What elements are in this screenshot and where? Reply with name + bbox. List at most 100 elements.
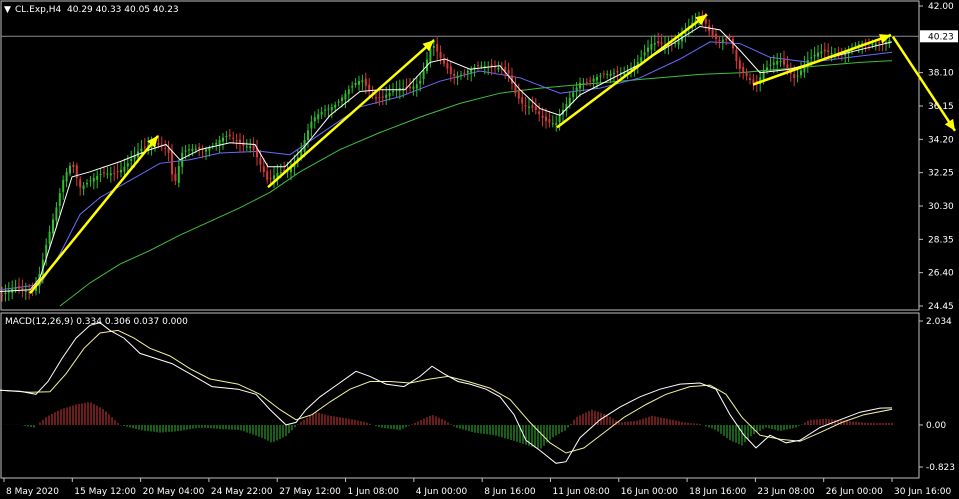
candle-body bbox=[453, 74, 456, 76]
candle-body bbox=[466, 70, 469, 73]
candle-body bbox=[728, 36, 731, 38]
candle-body bbox=[436, 44, 439, 52]
time-tick-label: 11 Jun 08:00 bbox=[553, 487, 610, 497]
candle-body bbox=[432, 46, 435, 48]
macd-indicator-label: MACD(12,26,9) 0.334 0.306 0.037 0.000 bbox=[5, 317, 188, 327]
candle-body bbox=[657, 41, 660, 44]
candle-body bbox=[330, 107, 333, 111]
candle-body bbox=[650, 43, 653, 50]
candle-body bbox=[52, 219, 54, 234]
candle-body bbox=[752, 79, 755, 83]
candle-body bbox=[249, 146, 252, 149]
candle-body bbox=[228, 134, 231, 137]
candle-body bbox=[232, 137, 235, 139]
macd-tick-label: 2.034 bbox=[926, 317, 952, 327]
candle-body bbox=[378, 97, 381, 99]
candle-body bbox=[776, 61, 779, 65]
price-tick-label: 28.35 bbox=[928, 235, 954, 245]
candle-body bbox=[120, 169, 122, 173]
candle-body bbox=[704, 18, 707, 24]
candle-body bbox=[810, 57, 813, 59]
candle-body bbox=[334, 104, 337, 108]
macd-axis[interactable]: 2.034 0.00 -0.823 bbox=[919, 317, 955, 473]
time-tick-label: 8 May 2020 bbox=[6, 487, 59, 497]
candle-body bbox=[259, 158, 262, 165]
candle-body bbox=[616, 70, 619, 73]
candle-body bbox=[783, 59, 785, 65]
candle-body bbox=[579, 82, 581, 89]
candle-body bbox=[279, 172, 282, 174]
candle-body bbox=[551, 123, 554, 125]
time-tick-label: 26 Jun 00:00 bbox=[826, 487, 883, 497]
last-price-tag: 40.23 bbox=[920, 30, 958, 43]
candle-body bbox=[171, 150, 173, 175]
candle-body bbox=[368, 84, 371, 92]
macd-tick-label: -0.823 bbox=[926, 463, 955, 473]
candle-body bbox=[89, 180, 92, 182]
candle-body bbox=[497, 67, 500, 70]
candle-body bbox=[235, 140, 238, 142]
symbol-label: CL.Exp,H4 bbox=[15, 5, 62, 15]
candle-body bbox=[769, 64, 772, 66]
candle-body bbox=[126, 163, 129, 167]
time-tick-label: 30 Jun 16:00 bbox=[894, 487, 951, 497]
candle-body bbox=[140, 148, 143, 152]
candle-body bbox=[99, 174, 102, 176]
candle-body bbox=[823, 49, 826, 52]
candle-body bbox=[266, 171, 269, 180]
candle-body bbox=[174, 173, 177, 181]
candle-body bbox=[677, 40, 680, 45]
candle-body bbox=[517, 91, 520, 99]
candle-body bbox=[521, 97, 524, 104]
candle-body bbox=[446, 63, 449, 69]
candle-body bbox=[307, 130, 309, 140]
candle-body bbox=[58, 193, 61, 206]
candle-body bbox=[514, 84, 517, 94]
macd-pane-frame bbox=[0, 312, 920, 479]
candle-body bbox=[429, 48, 432, 62]
candle-body bbox=[358, 81, 360, 85]
candle-body bbox=[347, 89, 350, 95]
candle-body bbox=[609, 73, 612, 76]
candle-body bbox=[582, 83, 585, 85]
candle-body bbox=[392, 91, 394, 93]
ohlc-label: 40.29 40.33 40.05 40.23 bbox=[67, 5, 179, 15]
candle-body bbox=[92, 178, 95, 182]
candle-body bbox=[116, 170, 119, 172]
trend-arrow-head bbox=[944, 118, 955, 131]
candle-body bbox=[524, 105, 527, 107]
macd-pane[interactable]: MACD(12,26,9) 0.334 0.306 0.037 0.000 bbox=[0, 312, 920, 479]
candle-body bbox=[592, 78, 595, 82]
candle-body bbox=[575, 87, 578, 91]
candle-body bbox=[439, 51, 442, 58]
candle-body bbox=[460, 74, 462, 76]
candle-body bbox=[327, 108, 330, 110]
chart-canvas[interactable]: ▼ CL.Exp,H4 40.29 40.33 40.05 40.23 42.0… bbox=[0, 0, 959, 499]
price-axis[interactable]: 42.00 38.10 36.15 34.20 32.25 30.30 28.35 26.40… bbox=[919, 2, 954, 312]
price-pane[interactable]: ▼ CL.Exp,H4 40.29 40.33 40.05 40.23 bbox=[0, 0, 957, 311]
collapse-triangle-icon[interactable]: ▼ bbox=[4, 5, 11, 15]
candle-body bbox=[800, 70, 802, 76]
candle-body bbox=[738, 60, 741, 69]
candle-body bbox=[545, 116, 547, 121]
time-axis[interactable]: 8 May 2020 15 May 12:00 20 May 04:00 24 May… bbox=[3, 478, 951, 497]
time-tick-label: 1 Jun 08:00 bbox=[348, 487, 400, 497]
candle-body bbox=[871, 43, 874, 46]
candle-body bbox=[320, 111, 323, 115]
candle-body bbox=[164, 147, 167, 149]
candle-body bbox=[194, 148, 197, 150]
candle-body bbox=[191, 148, 194, 152]
time-tick-label: 8 Jun 16:00 bbox=[484, 487, 536, 497]
candle-body bbox=[415, 84, 418, 89]
time-tick-label: 15 May 12:00 bbox=[74, 487, 136, 497]
price-tick-label: 24.45 bbox=[928, 302, 954, 312]
candle-body bbox=[215, 143, 218, 145]
candle-body bbox=[718, 39, 721, 41]
candle-body bbox=[480, 65, 483, 67]
candle-body bbox=[385, 94, 388, 98]
candle-body bbox=[62, 179, 65, 192]
candle-body bbox=[157, 143, 160, 145]
candle-body bbox=[711, 29, 714, 36]
candle-body bbox=[647, 47, 649, 52]
candle-body bbox=[548, 119, 551, 123]
